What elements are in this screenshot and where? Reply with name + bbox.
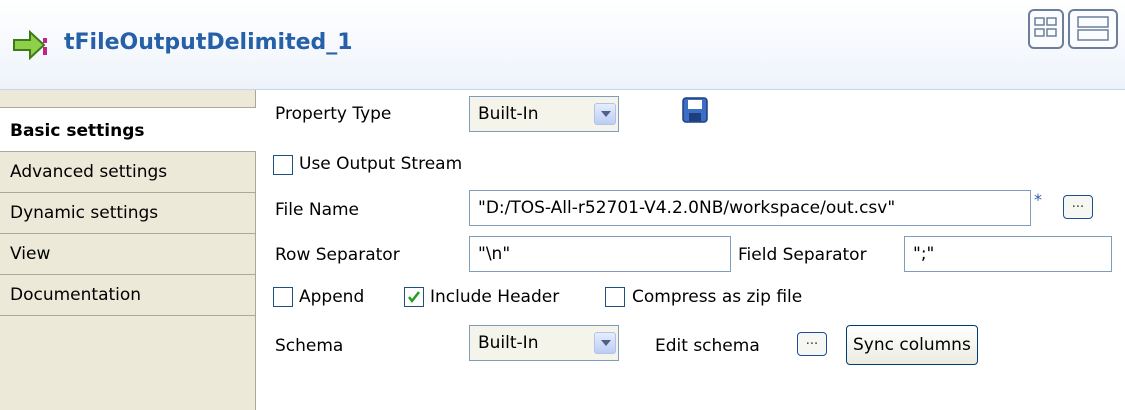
edit-schema-label: Edit schema: [655, 336, 760, 356]
save-icon[interactable]: [681, 96, 709, 124]
sidebar-item-dynamic-settings[interactable]: Dynamic settings: [0, 193, 255, 234]
schema-select[interactable]: Built-In: [469, 325, 619, 361]
property-type-value: Built-In: [478, 104, 539, 124]
field-separator-label: Field Separator: [738, 245, 867, 265]
property-type-select[interactable]: Built-In: [469, 96, 619, 132]
schema-value: Built-In: [478, 333, 539, 353]
sidebar-item-basic-settings[interactable]: Basic settings: [0, 108, 256, 152]
include-header-checkbox[interactable]: [404, 287, 424, 307]
property-type-label: Property Type: [275, 104, 392, 124]
settings-sidebar: Basic settings Advanced settings Dynamic…: [0, 90, 256, 410]
required-marker: *: [1034, 190, 1042, 209]
list-view-icon: [1077, 16, 1109, 41]
compress-zip-label: Compress as zip file: [632, 287, 803, 307]
include-header-label: Include Header: [430, 287, 560, 307]
grid-view-icon: [1034, 17, 1057, 37]
file-name-label: File Name: [275, 200, 360, 220]
append-label: Append: [299, 287, 365, 307]
file-name-input[interactable]: "D:/TOS-All-r52701-V4.2.0NB/workspace/ou…: [469, 190, 1031, 226]
grid-view-button[interactable]: [1028, 9, 1064, 49]
field-separator-input[interactable]: ";": [904, 236, 1112, 272]
compress-zip-checkbox[interactable]: [605, 287, 625, 307]
chevron-down-icon[interactable]: [594, 103, 616, 125]
component-header: tFileOutputDelimited_1: [0, 0, 1125, 90]
list-view-button[interactable]: [1068, 9, 1118, 49]
sidebar-item-advanced-settings[interactable]: Advanced settings: [0, 152, 255, 193]
schema-label: Schema: [275, 336, 344, 356]
chevron-down-icon[interactable]: [594, 332, 616, 354]
browse-file-button[interactable]: ...: [1063, 195, 1093, 219]
row-separator-input[interactable]: "\n": [469, 236, 731, 272]
use-output-stream-label: Use Output Stream: [299, 154, 463, 174]
edit-schema-button[interactable]: ...: [797, 332, 827, 356]
row-separator-label: Row Separator: [275, 245, 400, 265]
sync-columns-button[interactable]: Sync columns: [846, 325, 978, 365]
checkmark-icon: [408, 291, 420, 304]
sidebar-item-documentation[interactable]: Documentation: [0, 275, 255, 316]
use-output-stream-checkbox[interactable]: [273, 155, 293, 175]
sidebar-item-view[interactable]: View: [0, 234, 255, 275]
sidebar-top-strip: [0, 90, 255, 108]
append-checkbox[interactable]: [273, 287, 293, 307]
component-title: tFileOutputDelimited_1: [64, 30, 353, 55]
file-output-arrow-icon: [13, 29, 47, 61]
